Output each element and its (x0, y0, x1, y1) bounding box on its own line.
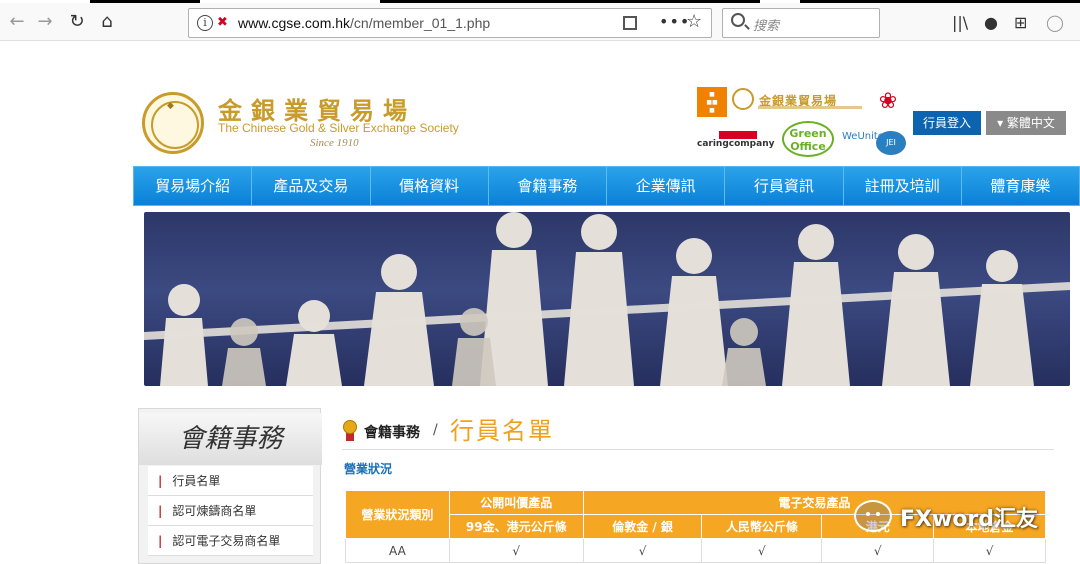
sidebar-item-refiners[interactable]: | 認可煉鑄商名單 (148, 496, 313, 526)
caring-company-stripe (719, 131, 757, 139)
url-path: /cn/member_01_1.php (350, 15, 491, 31)
extension-icon[interactable]: ◯ (1046, 13, 1064, 32)
title-divider (342, 449, 1054, 450)
forward-icon[interactable]: → (34, 11, 56, 33)
nav-item-corporate-news[interactable]: 企業傳訊 (607, 167, 726, 205)
sidebar-item-label: 行員名單 (172, 474, 221, 488)
sidebar-title: 會籍事務 (139, 413, 322, 465)
green-office-badge: Green Office (782, 121, 834, 157)
chevron-down-icon: ▾ (997, 116, 1007, 130)
table-cell: √ (701, 538, 823, 563)
sidebar-item-e-traders[interactable]: | 認可電子交易商名單 (148, 526, 313, 556)
info-icon[interactable]: i (197, 15, 213, 31)
nav-item-membership[interactable]: 會籍事務 (489, 167, 607, 205)
medal-disc (343, 420, 357, 434)
library-icon[interactable]: ||\ (952, 13, 968, 32)
col-header-category: 營業狀況類別 (345, 490, 450, 539)
reload-icon[interactable]: ↻ (66, 11, 88, 33)
section-heading: 營業狀況 (344, 462, 393, 476)
search-bar[interactable]: 搜索 (722, 8, 880, 38)
banner-image (144, 212, 1070, 386)
sidebar-item-label: 認可煉鑄商名單 (172, 504, 257, 518)
table-row: AA √ √ √ √ √ (345, 538, 1046, 563)
chat-icon[interactable]: ● (984, 13, 998, 32)
bullet-icon: | (158, 474, 163, 488)
paper-people-illustration (144, 212, 1070, 386)
main-nav: 貿易場介紹 產品及交易 價格資料 會籍事務 企業傳訊 行員資訊 註冊及培訓 體育… (133, 166, 1080, 206)
page-title: 行員名單 (450, 417, 554, 445)
breadcrumb-parent[interactable]: 會籍事務 (364, 422, 420, 442)
breadcrumb-separator: / (433, 422, 438, 438)
sidebar: 會籍事務 | 行員名單 | 認可煉鑄商名單 | 認可電子交易商名單 (138, 408, 322, 564)
medal-icon (342, 418, 358, 442)
nav-item-about[interactable]: 貿易場介紹 (134, 167, 253, 205)
col-header: 倫敦金 / 銀 (582, 514, 703, 539)
group-header-open-outcry: 公開叫價產品 (448, 490, 584, 515)
language-label: 繁體中文 (1006, 116, 1055, 130)
nav-item-sports[interactable]: 體育康樂 (962, 167, 1079, 205)
back-icon[interactable]: ← (6, 11, 28, 33)
sidebar-item-member-list[interactable]: | 行員名單 (148, 466, 313, 496)
tracking-shield-icon[interactable]: ✖ (217, 15, 231, 31)
nav-item-products[interactable]: 產品及交易 (252, 167, 371, 205)
table-cell: √ (448, 538, 584, 563)
charity-fund-underline (758, 106, 862, 109)
url-bar[interactable]: i ✖ www.cgse.com.hk/cn/member_01_1.php •… (188, 8, 712, 38)
table-cell: √ (933, 538, 1046, 563)
nav-item-member-info[interactable]: 行員資訊 (725, 167, 844, 205)
browser-toolbar: ← → ↻ ⌂ i ✖ www.cgse.com.hk/cn/member_01… (0, 3, 1080, 41)
wechat-icon (854, 500, 892, 532)
table-cell: √ (582, 538, 703, 563)
charity-fund-seal-icon (732, 88, 754, 110)
col-header: 99金、港元公斤條 (448, 514, 584, 539)
member-login-button[interactable]: 行員登入 (913, 111, 981, 135)
search-icon (731, 13, 745, 27)
logo-english-name: The Chinese Gold & Silver Exchange Socie… (218, 121, 459, 135)
bookmark-star-icon[interactable]: ☆ (686, 11, 702, 32)
table-cell: AA (345, 538, 450, 563)
caring-company-label: caringcompany (697, 139, 775, 149)
hk-award-icon: ❀ (878, 89, 898, 114)
watermark: FXword汇友 (854, 498, 1050, 538)
jei-badge: JEI (876, 131, 906, 155)
home-icon[interactable]: ⌂ (96, 11, 118, 33)
screenshot-icon[interactable]: ⊞ (1014, 13, 1027, 32)
language-select[interactable]: ▾ 繁體中文 (986, 111, 1066, 135)
col-header: 人民幣公斤條 (701, 514, 823, 539)
bullet-icon: | (158, 504, 163, 518)
sidebar-item-label: 認可電子交易商名單 (172, 534, 281, 548)
table-cell: √ (821, 538, 935, 563)
url-host: www.cgse.com.hk (238, 15, 351, 31)
bullet-icon: | (158, 534, 163, 548)
caring-company-badge: caringcompany (697, 131, 774, 149)
logo-since: Since 1910 (310, 137, 359, 149)
search-placeholder: 搜索 (753, 19, 780, 34)
nav-item-prices[interactable]: 價格資料 (371, 167, 489, 205)
society-seal-logo[interactable]: ◆ (142, 92, 204, 154)
sidebar-list: | 行員名單 | 認可煉鑄商名單 | 認可電子交易商名單 (148, 466, 313, 556)
nav-item-registration[interactable]: 註冊及培訓 (844, 167, 962, 205)
url-text[interactable]: www.cgse.com.hk/cn/member_01_1.php (238, 15, 490, 31)
watermark-text: FXword汇友 (900, 507, 1039, 532)
weunite-badge: WeUnite JEI (842, 131, 906, 155)
anniversary-badge-icon: ■ ■■ ■ (697, 87, 727, 117)
qr-code-icon[interactable] (623, 16, 637, 30)
